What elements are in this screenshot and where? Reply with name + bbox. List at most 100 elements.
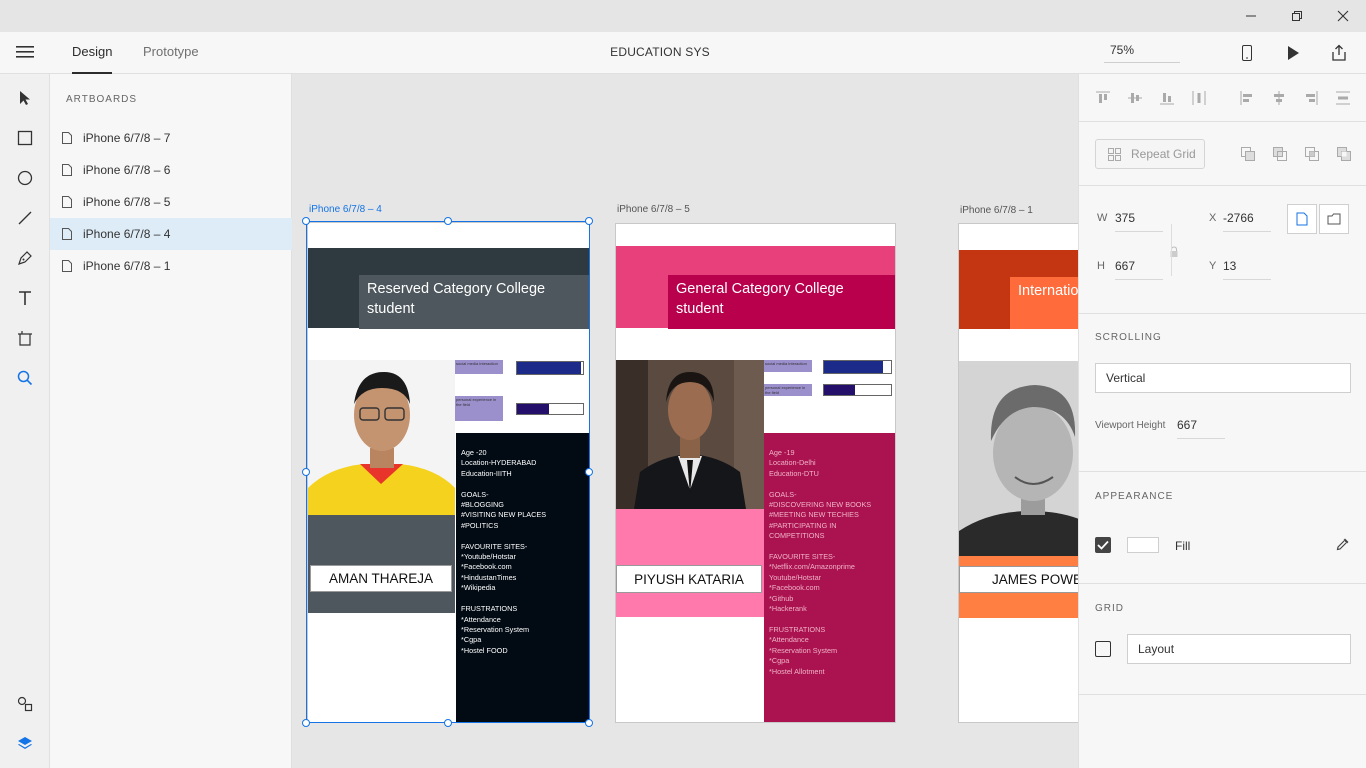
layers-panel: ARTBOARDS iPhone 6/7/8 – 7 iPhone 6/7/8 … — [50, 74, 292, 768]
layer-item[interactable]: iPhone 6/7/8 – 1 — [50, 250, 292, 282]
align-bottom-button[interactable] — [1159, 90, 1175, 106]
layer-item-label: iPhone 6/7/8 – 1 — [83, 259, 171, 273]
layer-item-selected[interactable]: iPhone 6/7/8 – 4 — [50, 218, 292, 250]
resize-handle[interactable] — [444, 719, 452, 727]
boolean-intersect-button[interactable] — [1304, 146, 1320, 162]
persona-title-box: General Category College student — [668, 275, 895, 329]
assets-button[interactable] — [15, 694, 35, 714]
divider — [1079, 185, 1366, 186]
artboard-label[interactable]: iPhone 6/7/8 – 5 — [617, 204, 690, 215]
landscape-orientation-button[interactable] — [1319, 204, 1349, 234]
resize-handle[interactable] — [585, 719, 593, 727]
portrait-orientation-button[interactable] — [1287, 204, 1317, 234]
boolean-intersect-icon — [1305, 147, 1319, 161]
boolean-exclude-icon — [1337, 147, 1351, 161]
align-center-button[interactable] — [1271, 90, 1287, 106]
artboard-doc-icon — [62, 196, 72, 208]
tool-rail — [0, 74, 50, 768]
ellipse-tool[interactable] — [15, 168, 35, 188]
fill-label: Fill — [1175, 539, 1191, 553]
close-button[interactable] — [1320, 0, 1366, 32]
device-preview-button[interactable] — [1238, 44, 1256, 62]
persona-title: Internatio — [1018, 283, 1078, 299]
align-top-button[interactable] — [1095, 90, 1111, 106]
eyedropper-button[interactable] — [1335, 536, 1351, 552]
distribute-horizontal-button[interactable] — [1191, 90, 1207, 106]
select-tool[interactable] — [15, 88, 35, 108]
grid-checkbox[interactable] — [1095, 641, 1111, 657]
align-middle-button[interactable] — [1127, 90, 1143, 106]
pen-tool[interactable] — [15, 248, 35, 268]
layers-button[interactable] — [15, 734, 35, 754]
distribute-vertical-button[interactable] — [1335, 90, 1351, 106]
hamburger-menu-button[interactable] — [16, 45, 34, 59]
play-preview-button[interactable] — [1284, 44, 1302, 62]
boolean-add-button[interactable] — [1240, 146, 1256, 162]
resize-handle[interactable] — [585, 468, 593, 476]
rectangle-tool[interactable] — [15, 128, 35, 148]
scrolling-heading: SCROLLING — [1095, 332, 1162, 343]
grid-type-select[interactable]: Layout — [1127, 634, 1351, 664]
height-label: H — [1097, 260, 1105, 272]
resize-handle[interactable] — [585, 217, 593, 225]
artboard-label[interactable]: iPhone 6/7/8 – 4 — [309, 204, 382, 215]
tab-prototype[interactable]: Prototype — [143, 44, 199, 74]
height-input[interactable]: 667 — [1115, 259, 1163, 280]
align-right-button[interactable] — [1303, 90, 1319, 106]
layer-item[interactable]: iPhone 6/7/8 – 6 — [50, 154, 292, 186]
artboard-tool[interactable] — [15, 328, 35, 348]
layer-item-label: iPhone 6/7/8 – 5 — [83, 195, 171, 209]
viewport-height-input[interactable]: 667 — [1177, 418, 1225, 439]
layer-item[interactable]: iPhone 6/7/8 – 5 — [50, 186, 292, 218]
x-input[interactable]: -2766 — [1223, 211, 1271, 232]
minimize-button[interactable] — [1228, 0, 1274, 32]
zoom-level[interactable]: 75% — [1104, 42, 1180, 63]
repeat-grid-button[interactable]: Repeat Grid — [1095, 139, 1205, 169]
text-tool[interactable] — [15, 288, 35, 308]
align-center-icon — [1274, 91, 1284, 105]
lock-aspect-button[interactable] — [1166, 244, 1182, 260]
design-canvas[interactable]: iPhone 6/7/8 – 4 Reserved Category Colle… — [293, 74, 1078, 768]
zoom-tool[interactable] — [15, 368, 35, 388]
persona-name: JAMES POWE — [959, 566, 1078, 593]
share-button[interactable] — [1330, 44, 1348, 62]
viewport-height-label: Viewport Height — [1095, 420, 1166, 431]
divider — [1079, 471, 1366, 472]
skill-bar — [823, 360, 892, 374]
y-input[interactable]: 13 — [1223, 259, 1271, 280]
pointer-icon — [20, 91, 30, 105]
artboard-doc-icon — [62, 132, 72, 144]
artboard-persona-international[interactable]: Internatio JAMES POWE — [958, 223, 1078, 723]
artboard-label[interactable]: iPhone 6/7/8 – 1 — [960, 205, 1033, 216]
tab-design[interactable]: Design — [72, 44, 113, 74]
align-left-icon — [1240, 91, 1252, 105]
align-left-button[interactable] — [1239, 90, 1255, 106]
restore-button[interactable] — [1274, 0, 1320, 32]
resize-handle[interactable] — [302, 217, 310, 225]
boolean-exclude-button[interactable] — [1336, 146, 1352, 162]
artboard-persona-general[interactable]: General Category College student PIYUSH … — [615, 223, 896, 723]
skill-bar-fill — [824, 361, 883, 373]
resize-handle[interactable] — [302, 719, 310, 727]
layer-item-label: iPhone 6/7/8 – 4 — [83, 227, 171, 241]
width-input[interactable]: 375 — [1115, 211, 1163, 232]
fill-color-swatch[interactable] — [1127, 537, 1159, 553]
resize-handle[interactable] — [302, 468, 310, 476]
line-icon — [18, 211, 32, 225]
boolean-subtract-icon — [1273, 147, 1287, 161]
resize-handle[interactable] — [444, 217, 452, 225]
fill-checkbox[interactable] — [1095, 537, 1111, 553]
repeat-grid-icon — [1108, 147, 1121, 161]
align-middle-icon — [1128, 93, 1142, 103]
magnifier-icon — [17, 370, 33, 386]
align-bottom-icon — [1160, 93, 1174, 105]
boolean-subtract-button[interactable] — [1272, 146, 1288, 162]
mobile-device-icon — [1242, 45, 1252, 61]
lock-bracket — [1171, 224, 1172, 276]
property-inspector: Repeat Grid W 375 X -2766 H 667 Y 13 SCR… — [1078, 74, 1366, 768]
assets-icon — [17, 696, 33, 712]
line-tool[interactable] — [15, 208, 35, 228]
layer-item[interactable]: iPhone 6/7/8 – 7 — [50, 122, 292, 154]
artboard-doc-icon — [62, 260, 72, 272]
scrolling-select[interactable]: Vertical — [1095, 363, 1351, 393]
